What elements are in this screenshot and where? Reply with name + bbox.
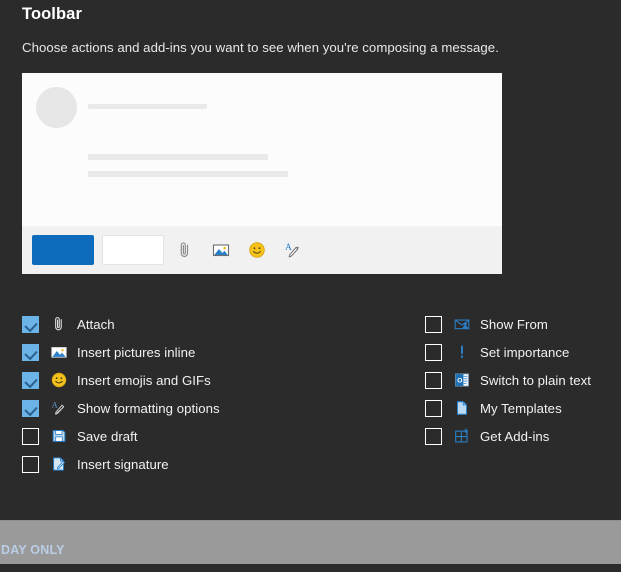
option-label: Insert pictures inline — [77, 345, 195, 360]
switch-to-plain-text-icon: O — [452, 371, 471, 390]
option-label: Switch to plain text — [480, 373, 591, 388]
bottom-gap — [0, 564, 621, 572]
insert-pictures-inline-icon[interactable] — [210, 239, 232, 261]
compose-preview-body — [22, 73, 502, 226]
show-from-icon — [452, 315, 471, 334]
checkbox-show-from[interactable] — [425, 316, 442, 333]
option-row-save-draft[interactable]: Save draft — [22, 422, 220, 450]
options-right-column: Show From Set importance O — [425, 310, 591, 450]
option-label: My Templates — [480, 401, 562, 416]
svg-text:A: A — [285, 243, 292, 253]
attach-paperclip-icon — [49, 315, 68, 334]
option-label: Attach — [77, 317, 115, 332]
insert-emojis-gifs-icon[interactable] — [246, 239, 268, 261]
get-add-ins-icon — [452, 427, 471, 446]
svg-text:A: A — [51, 401, 57, 410]
preview-toolbar-icons: A — [174, 226, 304, 274]
checkbox-get-add-ins[interactable] — [425, 428, 442, 445]
option-row-show-from[interactable]: Show From — [425, 310, 591, 338]
checkbox-switch-to-plain-text[interactable] — [425, 372, 442, 389]
placeholder-line-recipient — [88, 104, 207, 109]
placeholder-line-body-1 — [88, 154, 268, 160]
insert-emojis-gifs-icon — [49, 371, 68, 390]
discard-button[interactable] — [102, 235, 164, 265]
option-row-insert-pictures-inline[interactable]: Insert pictures inline — [22, 338, 220, 366]
option-row-my-templates[interactable]: My Templates — [425, 394, 591, 422]
option-label: Insert signature — [77, 457, 169, 472]
svg-text:O: O — [457, 378, 463, 385]
checkbox-set-importance[interactable] — [425, 344, 442, 361]
page-title: Toolbar — [22, 5, 82, 24]
save-draft-icon — [49, 427, 68, 446]
insert-pictures-inline-icon — [49, 343, 68, 362]
option-label: Set importance — [480, 345, 569, 360]
bottom-bar-label: DAY ONLY — [1, 543, 65, 557]
page-subtitle: Choose actions and add-ins you want to s… — [22, 40, 499, 55]
send-button[interactable] — [32, 235, 94, 265]
checkbox-insert-emojis-and-gifs[interactable] — [22, 372, 39, 389]
option-row-insert-signature[interactable]: Insert signature — [22, 450, 220, 478]
show-formatting-options-icon: A — [49, 399, 68, 418]
option-row-attach[interactable]: Attach — [22, 310, 220, 338]
compose-preview-card: A — [22, 73, 502, 274]
option-row-show-formatting-options[interactable]: A Show formatting options — [22, 394, 220, 422]
placeholder-line-body-2 — [88, 171, 288, 177]
attach-paperclip-icon[interactable] — [174, 239, 196, 261]
option-row-switch-to-plain-text[interactable]: O Switch to plain text — [425, 366, 591, 394]
checkbox-insert-signature[interactable] — [22, 456, 39, 473]
checkbox-insert-pictures-inline[interactable] — [22, 344, 39, 361]
option-label: Get Add-ins — [480, 429, 549, 444]
option-label: Save draft — [77, 429, 138, 444]
compose-preview-toolbar: A — [22, 226, 502, 274]
set-importance-icon — [452, 343, 471, 362]
my-templates-icon — [452, 399, 471, 418]
avatar — [36, 87, 77, 128]
option-label: Show formatting options — [77, 401, 220, 416]
checkbox-save-draft[interactable] — [22, 428, 39, 445]
checkbox-my-templates[interactable] — [425, 400, 442, 417]
checkbox-attach[interactable] — [22, 316, 39, 333]
option-label: Show From — [480, 317, 548, 332]
checkbox-show-formatting-options[interactable] — [22, 400, 39, 417]
show-formatting-options-icon[interactable]: A — [282, 239, 304, 261]
options-left-column: Attach Insert pictures inline — [22, 310, 220, 478]
option-label: Insert emojis and GIFs — [77, 373, 211, 388]
insert-signature-icon — [49, 455, 68, 474]
option-row-get-add-ins[interactable]: Get Add-ins — [425, 422, 591, 450]
option-row-insert-emojis-and-gifs[interactable]: Insert emojis and GIFs — [22, 366, 220, 394]
option-row-set-importance[interactable]: Set importance — [425, 338, 591, 366]
